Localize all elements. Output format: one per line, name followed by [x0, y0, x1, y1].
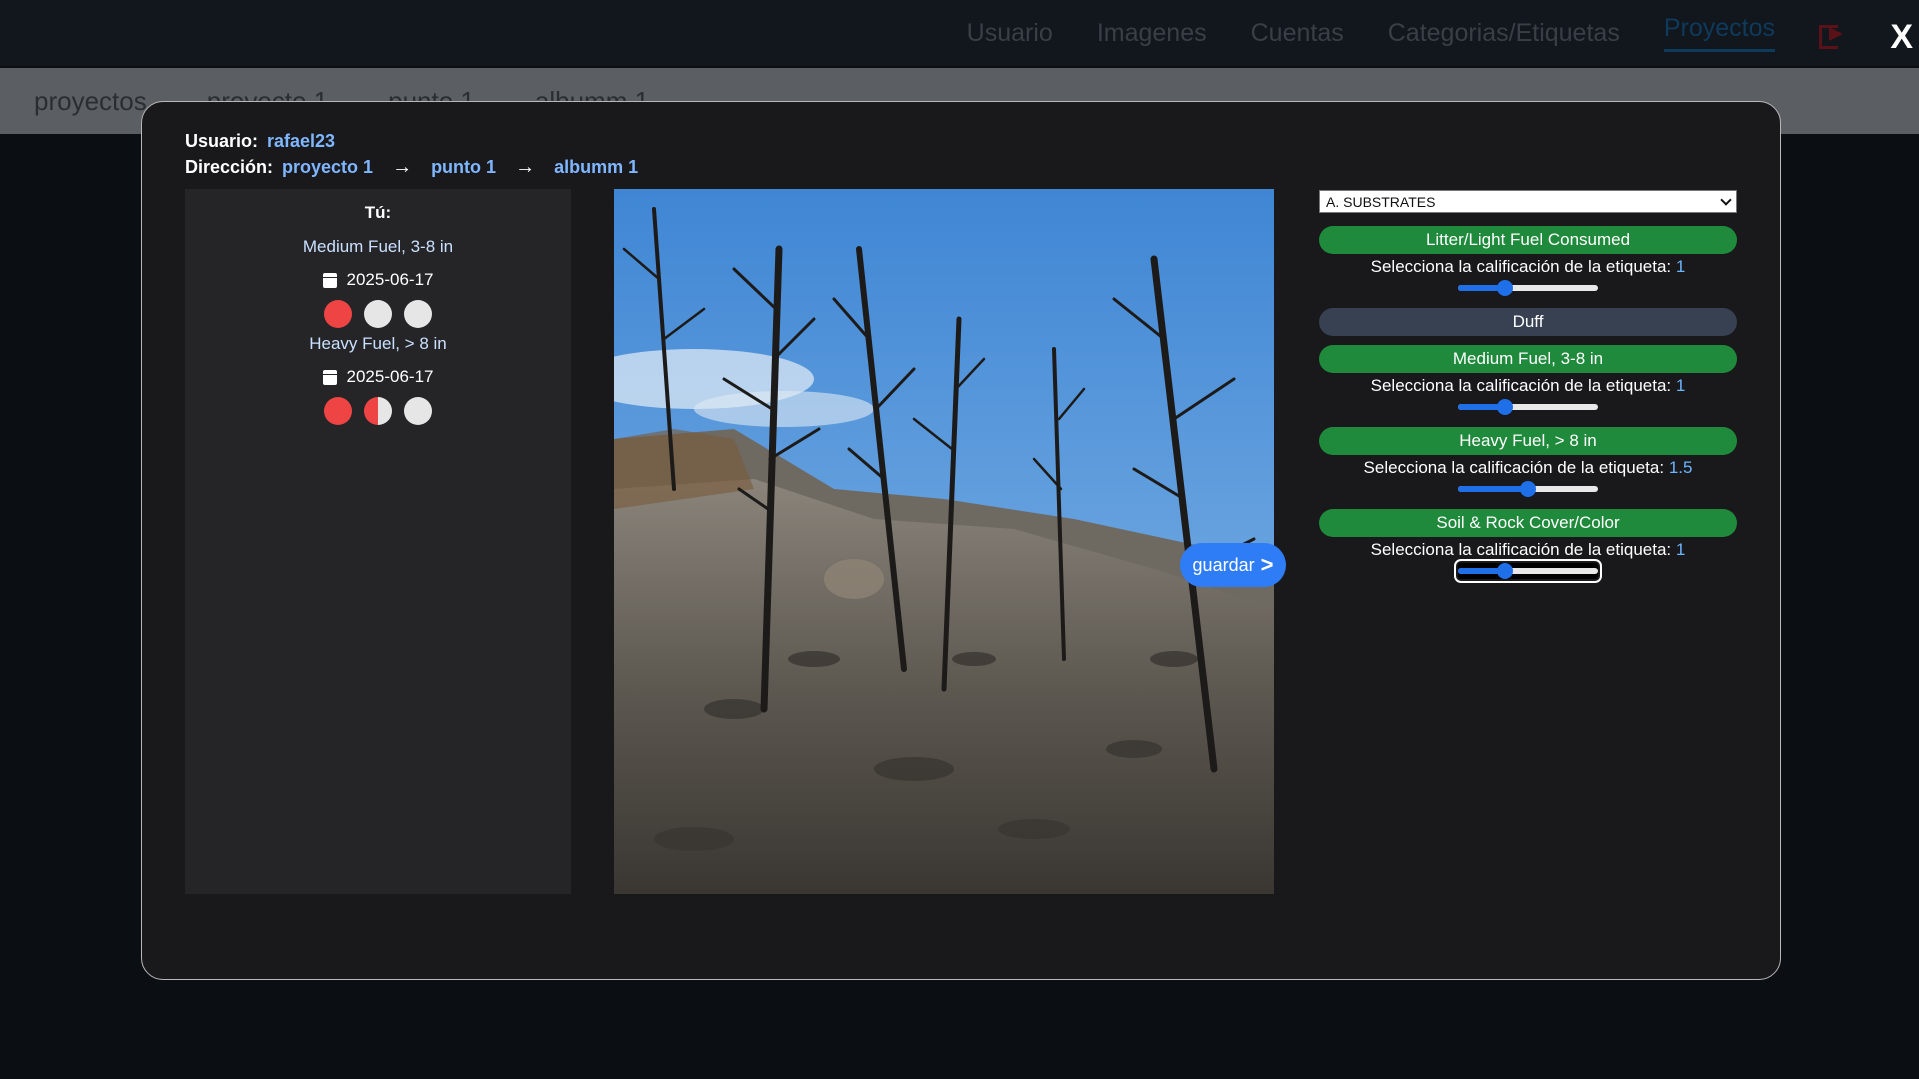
rating-dot	[404, 300, 432, 328]
top-navigation: Usuario Imagenes Cuentas Categorias/Etiq…	[0, 0, 1919, 66]
category-select[interactable]: A. SUBSTRATES	[1319, 190, 1737, 213]
save-button-label: guardar	[1192, 554, 1255, 575]
tag-toggle-medium-fuel[interactable]: Medium Fuel, 3-8 in	[1319, 345, 1737, 373]
tag-toggle-litter[interactable]: Litter/Light Fuel Consumed	[1319, 226, 1737, 254]
modal-meta: Usuario: rafael23 Dirección: proyecto 1 …	[185, 128, 638, 180]
nav-item-cuentas[interactable]: Cuentas	[1251, 19, 1344, 48]
rating-prompt: Selecciona la calificación de la etiquet…	[1319, 455, 1737, 481]
chevron-down-icon	[1720, 193, 1732, 206]
arrow-right-icon: →	[515, 155, 536, 178]
logout-icon[interactable]	[1819, 21, 1849, 49]
my-ratings-title: Tú:	[364, 203, 392, 222]
rating-prompt: Selecciona la calificación de la etiquet…	[1319, 537, 1737, 563]
chevron-right-icon: >	[1260, 552, 1274, 577]
tag-rating-panel: A. SUBSTRATES Litter/Light Fuel Consumed…	[1319, 190, 1737, 583]
rating-slider[interactable]	[1458, 481, 1598, 497]
calendar-icon	[322, 369, 337, 385]
rating-dot	[404, 397, 432, 425]
rated-tag-name: Heavy Fuel, > 8 in	[309, 334, 447, 353]
rated-tag-date: 2025-06-17	[185, 268, 571, 292]
path-link-punto[interactable]: punto 1	[431, 157, 496, 178]
nav-item-categorias[interactable]: Categorias/Etiquetas	[1388, 19, 1620, 48]
calendar-icon	[322, 272, 337, 288]
rating-value: 1	[1675, 257, 1686, 276]
rating-slider[interactable]	[1458, 399, 1598, 415]
tag-name: Medium Fuel, 3-8 in	[1452, 349, 1604, 368]
user-value: rafael23	[267, 130, 336, 151]
user-label: Usuario:	[185, 130, 259, 151]
path-link-album[interactable]: albumm 1	[554, 157, 638, 178]
date-text: 2025-06-17	[346, 270, 434, 289]
rating-value: 1	[1675, 540, 1686, 559]
tag-name: Duff	[1512, 312, 1544, 331]
nav-item-imagenes[interactable]: Imagenes	[1097, 19, 1207, 48]
rating-dots	[185, 397, 571, 425]
tag-toggle-heavy-fuel[interactable]: Heavy Fuel, > 8 in	[1319, 427, 1737, 455]
rating-slider[interactable]	[1458, 280, 1598, 296]
tag-toggle-soil-rock[interactable]: Soil & Rock Cover/Color	[1319, 509, 1737, 537]
category-select-value: A. SUBSTRATES	[1326, 193, 1436, 210]
tag-name: Soil & Rock Cover/Color	[1436, 513, 1620, 532]
save-button[interactable]: guardar >	[1180, 543, 1286, 587]
nav-item-usuario[interactable]: Usuario	[967, 19, 1053, 48]
rating-prompt-text: Selecciona la calificación de la etiquet…	[1370, 257, 1672, 276]
tag-name: Heavy Fuel, > 8 in	[1459, 431, 1597, 450]
my-ratings-panel: Tú: Medium Fuel, 3-8 in 2025-06-17 Heavy…	[185, 189, 571, 894]
image-label-modal: Usuario: rafael23 Dirección: proyecto 1 …	[141, 101, 1781, 980]
rating-value: 1.5	[1668, 458, 1693, 477]
rating-dot	[324, 300, 352, 328]
close-modal-button[interactable]: X	[1890, 18, 1913, 57]
tag-name: Litter/Light Fuel Consumed	[1425, 230, 1631, 249]
tag-toggle-duff[interactable]: Duff	[1319, 308, 1737, 336]
rating-prompt-text: Selecciona la calificación de la etiquet…	[1370, 540, 1672, 559]
rating-prompt: Selecciona la calificación de la etiquet…	[1319, 373, 1737, 399]
rated-tag-name: Medium Fuel, 3-8 in	[302, 237, 454, 256]
date-text: 2025-06-17	[346, 367, 434, 386]
rating-prompt: Selecciona la calificación de la etiquet…	[1319, 254, 1737, 280]
rating-value: 1	[1675, 376, 1686, 395]
rated-tag-date: 2025-06-17	[185, 365, 571, 389]
path-link-proyecto[interactable]: proyecto 1	[282, 157, 373, 178]
rating-prompt-text: Selecciona la calificación de la etiquet…	[1370, 376, 1672, 395]
rating-dot	[364, 397, 392, 425]
arrow-right-icon: →	[392, 155, 413, 178]
rating-dot	[364, 300, 392, 328]
nav-item-proyectos[interactable]: Proyectos	[1663, 14, 1775, 52]
rating-dots	[185, 300, 571, 328]
rating-prompt-text: Selecciona la calificación de la etiquet…	[1363, 458, 1665, 477]
burned-forest-photo	[614, 189, 1274, 894]
rating-slider[interactable]	[1454, 559, 1602, 583]
breadcrumb-item: proyectos	[34, 85, 147, 116]
path-label: Dirección:	[185, 156, 274, 177]
rating-dot	[324, 397, 352, 425]
